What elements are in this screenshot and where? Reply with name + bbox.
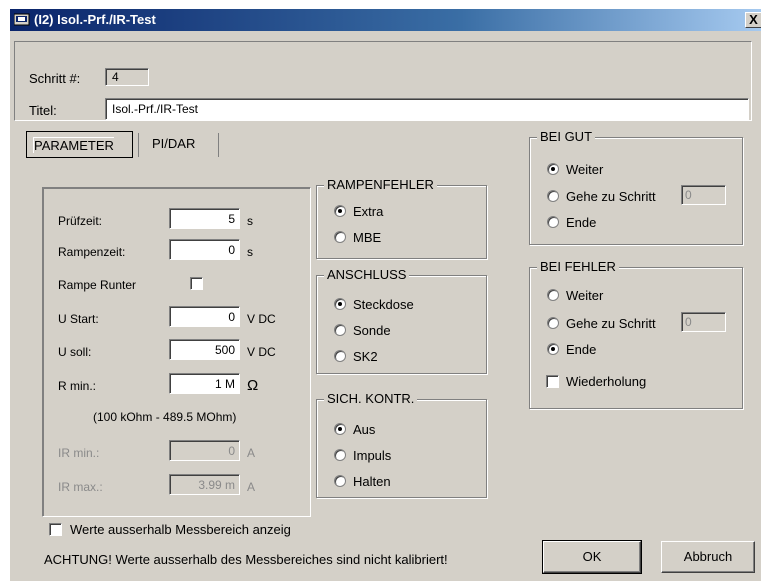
rampenzeit-input[interactable]: 0 [169, 239, 240, 260]
bei-fehler-weiter-radio[interactable] [547, 289, 559, 301]
bei-gut-ende-radio[interactable] [547, 216, 559, 228]
sich-kontr-halten-label[interactable]: Halten [353, 474, 391, 489]
parameter-panel: Prüfzeit: 5 s Rampenzeit: 0 s Rampe Runt… [42, 187, 311, 517]
cancel-button[interactable]: Abbruch [661, 541, 755, 573]
window-title: (I2) Isol.-Prf./IR-Test [34, 12, 156, 27]
ir-min-unit: A [247, 446, 256, 460]
anschluss-sonde-label[interactable]: Sonde [353, 323, 391, 338]
bei-gut-ende-label[interactable]: Ende [566, 215, 596, 230]
step-label: Schritt #: [29, 71, 81, 86]
bei-fehler-ende-label[interactable]: Ende [566, 342, 596, 357]
close-button[interactable]: X [745, 12, 761, 28]
title-input[interactable]: Isol.-Prf./IR-Test [105, 98, 749, 120]
out-of-range-label[interactable]: Werte ausserhalb Messbereich anzeig [70, 522, 291, 537]
sich-kontr-impuls-label[interactable]: Impuls [353, 448, 391, 463]
u-start-unit: V DC [247, 312, 276, 326]
ohm-symbol: Ω [247, 377, 259, 394]
bei-gut-group: BEI GUT Weiter Gehe zu Schritt 0 Ende [529, 129, 743, 245]
u-soll-unit: V DC [247, 345, 276, 359]
bei-fehler-weiter-label[interactable]: Weiter [566, 288, 603, 303]
bei-fehler-gehe-radio[interactable] [547, 317, 559, 329]
rampenzeit-unit: s [247, 245, 253, 259]
u-soll-input[interactable]: 500 [169, 339, 240, 360]
bei-gut-title: BEI GUT [537, 129, 596, 144]
anschluss-sk2-radio[interactable] [334, 350, 346, 362]
bei-fehler-step-input: 0 [681, 312, 726, 332]
tab-parameter-label: PARAMETER [33, 137, 114, 153]
pruefzeit-input[interactable]: 5 [169, 208, 240, 229]
u-soll-label: U soll: [58, 345, 92, 359]
rampenzeit-label: Rampenzeit: [58, 245, 126, 259]
ok-button[interactable]: OK [542, 540, 642, 574]
bei-gut-weiter-radio[interactable] [547, 163, 559, 175]
title-bar: (I2) Isol.-Prf./IR-Test X [10, 9, 761, 31]
wiederholung-checkbox[interactable] [546, 375, 559, 388]
sich-kontr-halten-radio[interactable] [334, 475, 346, 487]
bei-fehler-ende-radio[interactable] [547, 343, 559, 355]
ir-max-unit: A [247, 480, 256, 494]
tab-separator [138, 133, 139, 157]
sich-kontr-impuls-radio[interactable] [334, 449, 346, 461]
tab-parameter[interactable]: PARAMETER [26, 131, 133, 158]
sich-kontr-group: SICH. KONTR. Aus Impuls Halten [316, 391, 487, 498]
rampe-runter-checkbox[interactable] [190, 277, 203, 290]
ir-max-input: 3.99 m [169, 474, 240, 495]
u-start-label: U Start: [58, 312, 99, 326]
pruefzeit-unit: s [247, 214, 253, 228]
rampenfehler-mbe-radio[interactable] [334, 231, 346, 243]
ir-min-label: IR min.: [58, 446, 100, 460]
bei-fehler-gehe-label[interactable]: Gehe zu Schritt [566, 316, 656, 331]
bei-gut-weiter-label[interactable]: Weiter [566, 162, 603, 177]
tab-pi-dar-label: PI/DAR [152, 136, 196, 151]
sich-kontr-aus-label[interactable]: Aus [353, 422, 375, 437]
ir-min-input: 0 [169, 440, 240, 461]
rampenfehler-group: RAMPENFEHLER Extra MBE [316, 177, 487, 259]
anschluss-sk2-label[interactable]: SK2 [353, 349, 378, 364]
dialog-window: (I2) Isol.-Prf./IR-Test X Schritt #: 4 T… [9, 8, 761, 581]
rampenfehler-mbe-label[interactable]: MBE [353, 230, 381, 245]
bei-fehler-group: BEI FEHLER Weiter Gehe zu Schritt 0 Ende… [529, 259, 743, 409]
anschluss-steckdose-label[interactable]: Steckdose [353, 297, 414, 312]
tab-pi-dar[interactable]: PI/DAR [146, 131, 216, 158]
ir-max-label: IR max.: [58, 480, 103, 494]
rampe-runter-label: Rampe Runter [58, 278, 137, 292]
wiederholung-label[interactable]: Wiederholung [566, 374, 646, 389]
bei-gut-gehe-radio[interactable] [547, 190, 559, 202]
bei-fehler-title: BEI FEHLER [537, 259, 619, 274]
sich-kontr-title: SICH. KONTR. [324, 391, 418, 406]
anschluss-title: ANSCHLUSS [324, 267, 410, 282]
calibration-warning: ACHTUNG! Werte ausserhalb des Messbereic… [44, 552, 448, 567]
title-label: Titel: [29, 103, 57, 118]
rampenfehler-extra-radio[interactable] [334, 205, 346, 217]
bei-gut-step-input: 0 [681, 185, 726, 205]
anschluss-steckdose-radio[interactable] [334, 298, 346, 310]
tab-separator [218, 133, 219, 157]
range-text: (100 kOhm - 489.5 MOhm) [93, 410, 237, 424]
header-panel: Schritt #: 4 Titel: Isol.-Prf./IR-Test [14, 41, 752, 121]
r-min-input[interactable]: 1 M [169, 373, 240, 394]
anschluss-group: ANSCHLUSS Steckdose Sonde SK2 [316, 267, 487, 374]
rampenfehler-title: RAMPENFEHLER [324, 177, 437, 192]
anschluss-sonde-radio[interactable] [334, 324, 346, 336]
r-min-label: R min.: [58, 379, 97, 393]
rampenfehler-extra-label[interactable]: Extra [353, 204, 383, 219]
step-number-field: 4 [105, 68, 149, 86]
app-icon [14, 13, 30, 26]
sich-kontr-aus-radio[interactable] [334, 423, 346, 435]
u-start-input[interactable]: 0 [169, 306, 240, 327]
pruefzeit-label: Prüfzeit: [58, 214, 103, 228]
bei-gut-gehe-label[interactable]: Gehe zu Schritt [566, 189, 656, 204]
out-of-range-checkbox[interactable] [49, 523, 62, 536]
